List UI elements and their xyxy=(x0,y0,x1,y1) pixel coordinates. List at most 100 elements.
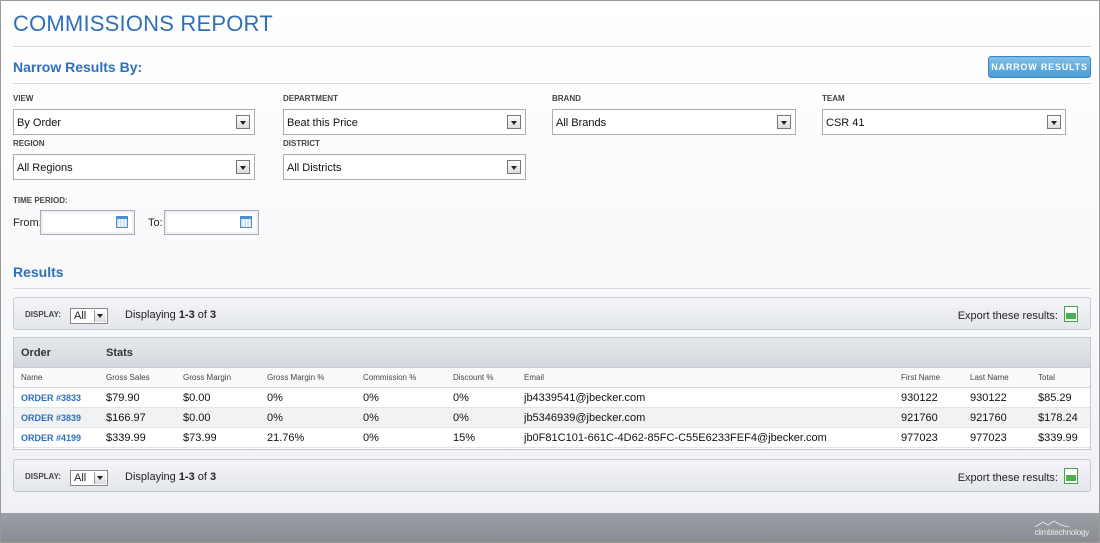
xls-export-icon[interactable] xyxy=(1064,306,1078,322)
cell: 930122 xyxy=(901,392,938,404)
table-group-header: Order Stats xyxy=(14,338,1090,368)
brand-label: BRAND xyxy=(552,94,581,103)
results-count: Displaying 1-3 of 3 xyxy=(125,471,217,483)
team-label: TEAM xyxy=(822,94,845,103)
cell: 0% xyxy=(453,392,469,404)
cell: $85.29 xyxy=(1038,392,1072,404)
column-header: Discount % xyxy=(453,373,494,382)
column-header: Gross Margin xyxy=(183,373,232,382)
narrow-results-button[interactable]: NARROW RESULTS xyxy=(988,56,1091,78)
xls-export-icon[interactable] xyxy=(1064,468,1078,484)
region-select[interactable]: All Regions xyxy=(13,154,255,180)
table-column-header: Name Gross Sales Gross Margin Gross Marg… xyxy=(14,368,1090,388)
cell: jb5346939@jbecker.com xyxy=(524,412,646,424)
column-header: Name xyxy=(21,373,43,382)
column-header: Total xyxy=(1038,373,1055,382)
cell: 921760 xyxy=(901,412,938,424)
chevron-down-icon[interactable] xyxy=(507,160,521,174)
department-label: DEPARTMENT xyxy=(283,94,338,103)
cell: 930122 xyxy=(970,392,1007,404)
cell: 0% xyxy=(363,432,379,444)
cell: 0% xyxy=(453,412,469,424)
divider xyxy=(13,83,1091,84)
display-select[interactable]: All xyxy=(70,308,108,324)
column-header: Gross Margin % xyxy=(267,373,325,382)
brand-select-value: All Brands xyxy=(556,117,607,129)
chevron-down-icon[interactable] xyxy=(507,115,521,129)
column-header: Gross Sales xyxy=(106,373,150,382)
page-title: COMMISSIONS REPORT xyxy=(13,11,273,36)
results-heading: Results xyxy=(13,264,64,280)
to-date-field[interactable] xyxy=(164,210,259,235)
region-label: REGION xyxy=(13,139,45,148)
cell: jb0F81C101-661C-4D62-85FC-C55E6233FEF4@j… xyxy=(524,432,827,444)
cell: jb4339541@jbecker.com xyxy=(524,392,646,404)
cell: 21.76% xyxy=(267,432,305,444)
chevron-down-icon[interactable] xyxy=(94,310,106,322)
results-toolbar-top: DISPLAY: All Displaying 1-3 of 3 Export … xyxy=(13,297,1091,330)
group-header-stats: Stats xyxy=(106,347,133,359)
view-label: VIEW xyxy=(13,94,34,103)
department-select[interactable]: Beat this Price xyxy=(283,109,526,135)
district-select[interactable]: All Districts xyxy=(283,154,526,180)
cell: 977023 xyxy=(970,432,1007,444)
view-select-value: By Order xyxy=(17,117,62,129)
footer-logo: climbtechnology xyxy=(1034,528,1090,537)
team-select[interactable]: CSR 41 xyxy=(822,109,1066,135)
chevron-down-icon[interactable] xyxy=(236,115,250,129)
results-toolbar-bottom: DISPLAY: All Displaying 1-3 of 3 Export … xyxy=(13,459,1091,492)
from-label: From: xyxy=(13,217,42,229)
chevron-down-icon[interactable] xyxy=(777,115,791,129)
display-select-value: All xyxy=(74,310,87,322)
column-header: Last Name xyxy=(970,373,1009,382)
export-label: Export these results: xyxy=(957,310,1058,322)
column-header: Email xyxy=(524,373,545,382)
export-label: Export these results: xyxy=(957,472,1058,484)
order-link[interactable]: ORDER #3833 xyxy=(21,393,81,403)
to-label: To: xyxy=(148,217,163,229)
chevron-down-icon[interactable] xyxy=(1047,115,1061,129)
column-header: First Name xyxy=(901,373,941,382)
display-label: DISPLAY: xyxy=(25,310,62,319)
mountain-logo-icon xyxy=(1035,521,1069,527)
display-select[interactable]: All xyxy=(70,470,108,486)
display-select-value: All xyxy=(74,472,87,484)
cell: $178.24 xyxy=(1038,412,1078,424)
cell: $73.99 xyxy=(183,432,217,444)
chevron-down-icon[interactable] xyxy=(236,160,250,174)
results-count: Displaying 1-3 of 3 xyxy=(125,309,217,321)
column-header: Commission % xyxy=(363,373,417,382)
narrow-results-heading: Narrow Results By: xyxy=(13,59,143,75)
order-link[interactable]: ORDER #3839 xyxy=(21,413,81,423)
view-select[interactable]: By Order xyxy=(13,109,255,135)
table-row: ORDER #3833 $79.90 $0.00 0% 0% 0% jb4339… xyxy=(14,388,1090,408)
cell: $339.99 xyxy=(106,432,146,444)
cell: $339.99 xyxy=(1038,432,1078,444)
group-header-order: Order xyxy=(21,347,51,359)
cell: 977023 xyxy=(901,432,938,444)
from-date-field[interactable] xyxy=(40,210,135,235)
divider xyxy=(13,288,1091,289)
cell: 0% xyxy=(267,392,283,404)
results-table: Order Stats Name Gross Sales Gross Margi… xyxy=(13,337,1091,450)
table-row: ORDER #4199 $339.99 $73.99 21.76% 0% 15%… xyxy=(14,428,1090,448)
divider xyxy=(13,46,1091,47)
commissions-report-page: COMMISSIONS REPORT Narrow Results By: NA… xyxy=(0,0,1100,543)
cell: 921760 xyxy=(970,412,1007,424)
region-select-value: All Regions xyxy=(17,162,73,174)
cell: $79.90 xyxy=(106,392,140,404)
department-select-value: Beat this Price xyxy=(287,117,358,129)
cell: 15% xyxy=(453,432,476,444)
order-link[interactable]: ORDER #4199 xyxy=(21,433,81,443)
district-label: DISTRICT xyxy=(283,139,320,148)
cell: 0% xyxy=(363,392,379,404)
calendar-icon[interactable] xyxy=(240,216,252,228)
chevron-down-icon[interactable] xyxy=(94,472,106,484)
cell: $0.00 xyxy=(183,392,211,404)
team-select-value: CSR 41 xyxy=(826,117,865,129)
brand-select[interactable]: All Brands xyxy=(552,109,796,135)
time-period-label: TIME PERIOD: xyxy=(13,196,68,205)
calendar-icon[interactable] xyxy=(116,216,128,228)
footer-bar: climbtechnology xyxy=(1,513,1099,542)
district-select-value: All Districts xyxy=(287,162,342,174)
